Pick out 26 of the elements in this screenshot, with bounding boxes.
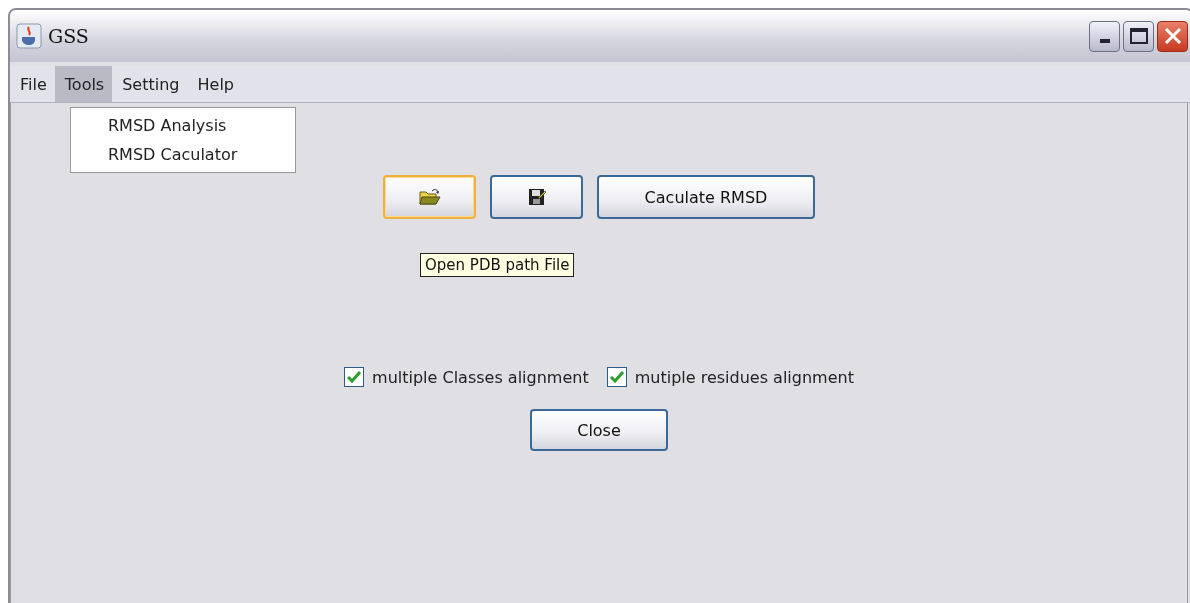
checkbox[interactable] [606, 367, 627, 387]
checkmark-icon [347, 371, 362, 383]
close-window-button[interactable] [1157, 20, 1188, 52]
checkbox[interactable] [344, 367, 365, 387]
menu-item[interactable]: Help [187, 66, 242, 102]
close-icon [1162, 26, 1183, 46]
minimize-icon [1099, 39, 1110, 43]
menu-option[interactable]: RMSD Caculator [71, 140, 295, 169]
folder-icon [418, 188, 441, 206]
open-button[interactable] [383, 175, 476, 219]
menu-item[interactable]: Setting [112, 66, 188, 102]
menu-option[interactable]: RMSD Analysis [71, 111, 295, 140]
tooltip: Open PDB path File [420, 253, 575, 277]
window-title: GSS [48, 25, 90, 47]
menu-item[interactable]: File [10, 66, 55, 102]
maximize-icon [1129, 28, 1148, 44]
coffee-cup-icon [16, 23, 42, 49]
maximize-button[interactable] [1123, 20, 1154, 52]
calculate-button[interactable]: Caculate RMSD [597, 175, 815, 219]
minimize-button[interactable] [1089, 20, 1120, 52]
checkmark-icon [609, 371, 624, 383]
save-button[interactable] [490, 175, 583, 219]
menu-item[interactable]: Tools [54, 66, 113, 102]
checkbox-label: mutiple residues alignment [634, 367, 854, 387]
checkbox-label: multiple Classes alignment [372, 367, 589, 387]
close-button[interactable]: Close [530, 409, 668, 451]
